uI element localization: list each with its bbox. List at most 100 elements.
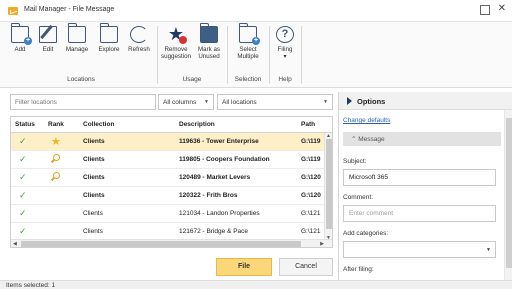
mark-as-unused-button[interactable]: Mark as Unused bbox=[194, 23, 224, 60]
unused-folder-icon bbox=[199, 23, 218, 43]
selection-group-label: Selection bbox=[234, 76, 262, 83]
locations-select[interactable]: All locations ▼ bbox=[217, 94, 333, 110]
path-cell: G:\121 bbox=[301, 210, 321, 217]
change-defaults-link[interactable]: Change defaults bbox=[343, 117, 390, 124]
collection-cell: Clients bbox=[83, 138, 105, 145]
status-bar: Items selected: 1 bbox=[0, 280, 512, 289]
scroll-right-icon[interactable]: ▶ bbox=[320, 241, 324, 247]
refresh-button[interactable]: Refresh bbox=[124, 26, 154, 53]
edit-location-button[interactable]: Edit bbox=[36, 26, 60, 53]
description-cell: 121034 - Landon Properties bbox=[179, 210, 260, 217]
options-pane: Options Change defaults ⌃ Message Subjec… bbox=[338, 92, 512, 280]
path-cell: G:\121 bbox=[301, 228, 321, 235]
add-categories-label: Add categories: bbox=[343, 230, 389, 237]
chevron-down-icon: ▼ bbox=[486, 247, 491, 253]
table-row[interactable]: ✓ ★ Clients 119636 - Tower Enterprise G:\119 bbox=[11, 133, 326, 151]
status-check-icon: ✓ bbox=[19, 226, 27, 236]
manage-folders-icon bbox=[67, 23, 86, 43]
rank-star-icon: ★ bbox=[51, 136, 61, 148]
ribbon-divider bbox=[157, 26, 158, 84]
ribbon-divider bbox=[227, 26, 228, 84]
cancel-button[interactable]: Cancel bbox=[279, 258, 333, 276]
ribbon-divider bbox=[269, 26, 270, 84]
filing-help-button[interactable]: ? Filing ▾ bbox=[272, 26, 298, 60]
usage-group-label: Usage bbox=[182, 76, 202, 83]
chevron-down-icon: ▼ bbox=[204, 99, 209, 105]
refresh-icon bbox=[130, 26, 148, 43]
close-icon[interactable]: ✕ bbox=[498, 3, 506, 14]
columns-select[interactable]: All columns ▼ bbox=[158, 94, 214, 110]
filter-bar: All columns▼ All locations▼ bbox=[0, 92, 333, 112]
vertical-scrollbar[interactable]: ▲ ▼ bbox=[324, 133, 332, 241]
items-selected-text: Items selected: 1 bbox=[6, 282, 56, 289]
options-title: Options bbox=[357, 97, 386, 106]
description-column-header[interactable]: Description bbox=[179, 121, 215, 128]
collection-column-header[interactable]: Collection bbox=[83, 121, 114, 128]
title-bar: Mail Manager - File Message ✕ bbox=[0, 0, 512, 22]
comment-label: Comment: bbox=[343, 194, 373, 201]
table-row[interactable]: ✓ Clients 119805 - Coopers Foundation G:\11… bbox=[11, 151, 326, 169]
select-multiple-icon: + bbox=[238, 23, 260, 45]
rank-search-icon bbox=[51, 154, 61, 164]
add-folder-icon: + bbox=[10, 23, 32, 45]
remove-star-icon: ★ bbox=[167, 25, 187, 44]
table-row[interactable]: ✓ Clients 120322 - Frith Bros G:\120 bbox=[11, 187, 326, 205]
subject-field[interactable]: Microsoft 365 bbox=[343, 169, 496, 186]
ribbon-divider bbox=[301, 26, 302, 84]
subject-label: Subject: bbox=[343, 158, 367, 165]
status-check-icon: ✓ bbox=[19, 190, 27, 200]
after-filing-label: After filing: bbox=[343, 266, 374, 273]
collection-cell: Clients bbox=[83, 210, 103, 217]
rank-search-icon bbox=[51, 172, 61, 182]
scroll-thumb[interactable] bbox=[326, 139, 332, 229]
description-cell: 119805 - Coopers Foundation bbox=[179, 156, 270, 163]
scroll-thumb[interactable] bbox=[21, 241, 301, 247]
options-header[interactable]: Options bbox=[339, 92, 512, 110]
explore-button[interactable]: Explore bbox=[94, 23, 124, 53]
collapse-triangle-icon[interactable] bbox=[347, 97, 352, 105]
remove-suggestion-button[interactable]: ★ Remove suggestion bbox=[160, 25, 192, 60]
rank-column-header[interactable]: Rank bbox=[48, 121, 64, 128]
window-title: Mail Manager - File Message bbox=[24, 6, 115, 13]
options-scrollbar[interactable] bbox=[504, 110, 512, 280]
scroll-left-icon[interactable]: ◀ bbox=[13, 241, 17, 247]
path-cell: G:\119 bbox=[301, 156, 321, 163]
table-row[interactable]: ✓ Clients 120489 - Market Levers G:\120 bbox=[11, 169, 326, 187]
file-button[interactable]: File bbox=[216, 258, 272, 276]
scroll-thumb[interactable] bbox=[506, 118, 512, 268]
description-cell: 120489 - Market Levers bbox=[179, 174, 251, 181]
path-cell: G:\120 bbox=[301, 192, 321, 199]
status-check-icon: ✓ bbox=[19, 208, 27, 218]
add-location-button[interactable]: + Add bbox=[8, 23, 32, 53]
description-cell: 119636 - Tower Enterprise bbox=[179, 138, 259, 145]
maximize-icon[interactable] bbox=[480, 5, 490, 15]
manage-button[interactable]: Manage bbox=[62, 23, 92, 53]
status-check-icon: ✓ bbox=[19, 136, 27, 146]
collection-cell: Clients bbox=[83, 228, 103, 235]
status-column-header[interactable]: Status bbox=[15, 121, 35, 128]
message-section-label: ⌃ Message bbox=[351, 136, 385, 143]
collection-cell: Clients bbox=[83, 192, 105, 199]
select-multiple-button[interactable]: + Select Multiple bbox=[230, 23, 266, 60]
path-column-header[interactable]: Path bbox=[301, 121, 315, 128]
path-cell: G:\120 bbox=[301, 174, 321, 181]
mail-manager-icon bbox=[8, 7, 18, 15]
help-question-icon: ? bbox=[276, 26, 294, 43]
collection-cell: Clients bbox=[83, 156, 105, 163]
ribbon-toolbar: + Add Edit Manage Explore Refresh Locati… bbox=[0, 22, 512, 88]
explore-folder-icon bbox=[99, 23, 118, 43]
edit-icon bbox=[39, 26, 57, 43]
collection-cell: Clients bbox=[83, 174, 105, 181]
locations-group-label: Locations bbox=[67, 76, 95, 83]
comment-field[interactable]: Enter comment bbox=[343, 205, 496, 222]
description-cell: 121672 - Bridge & Pace bbox=[179, 228, 249, 235]
table-header: Status Rank Collection Description Path bbox=[11, 117, 332, 133]
message-section-header[interactable]: ⌃ Message bbox=[343, 132, 501, 146]
table-row[interactable]: ✓ Clients 121034 - Landon Properties G:\121 bbox=[11, 205, 326, 223]
status-check-icon: ✓ bbox=[19, 172, 27, 182]
path-cell: G:\119 bbox=[301, 138, 321, 145]
categories-select[interactable]: ▼ bbox=[343, 241, 496, 258]
filter-locations-input[interactable] bbox=[10, 94, 156, 110]
horizontal-scrollbar[interactable]: ◀ ▶ bbox=[11, 239, 332, 247]
status-check-icon: ✓ bbox=[19, 154, 27, 164]
